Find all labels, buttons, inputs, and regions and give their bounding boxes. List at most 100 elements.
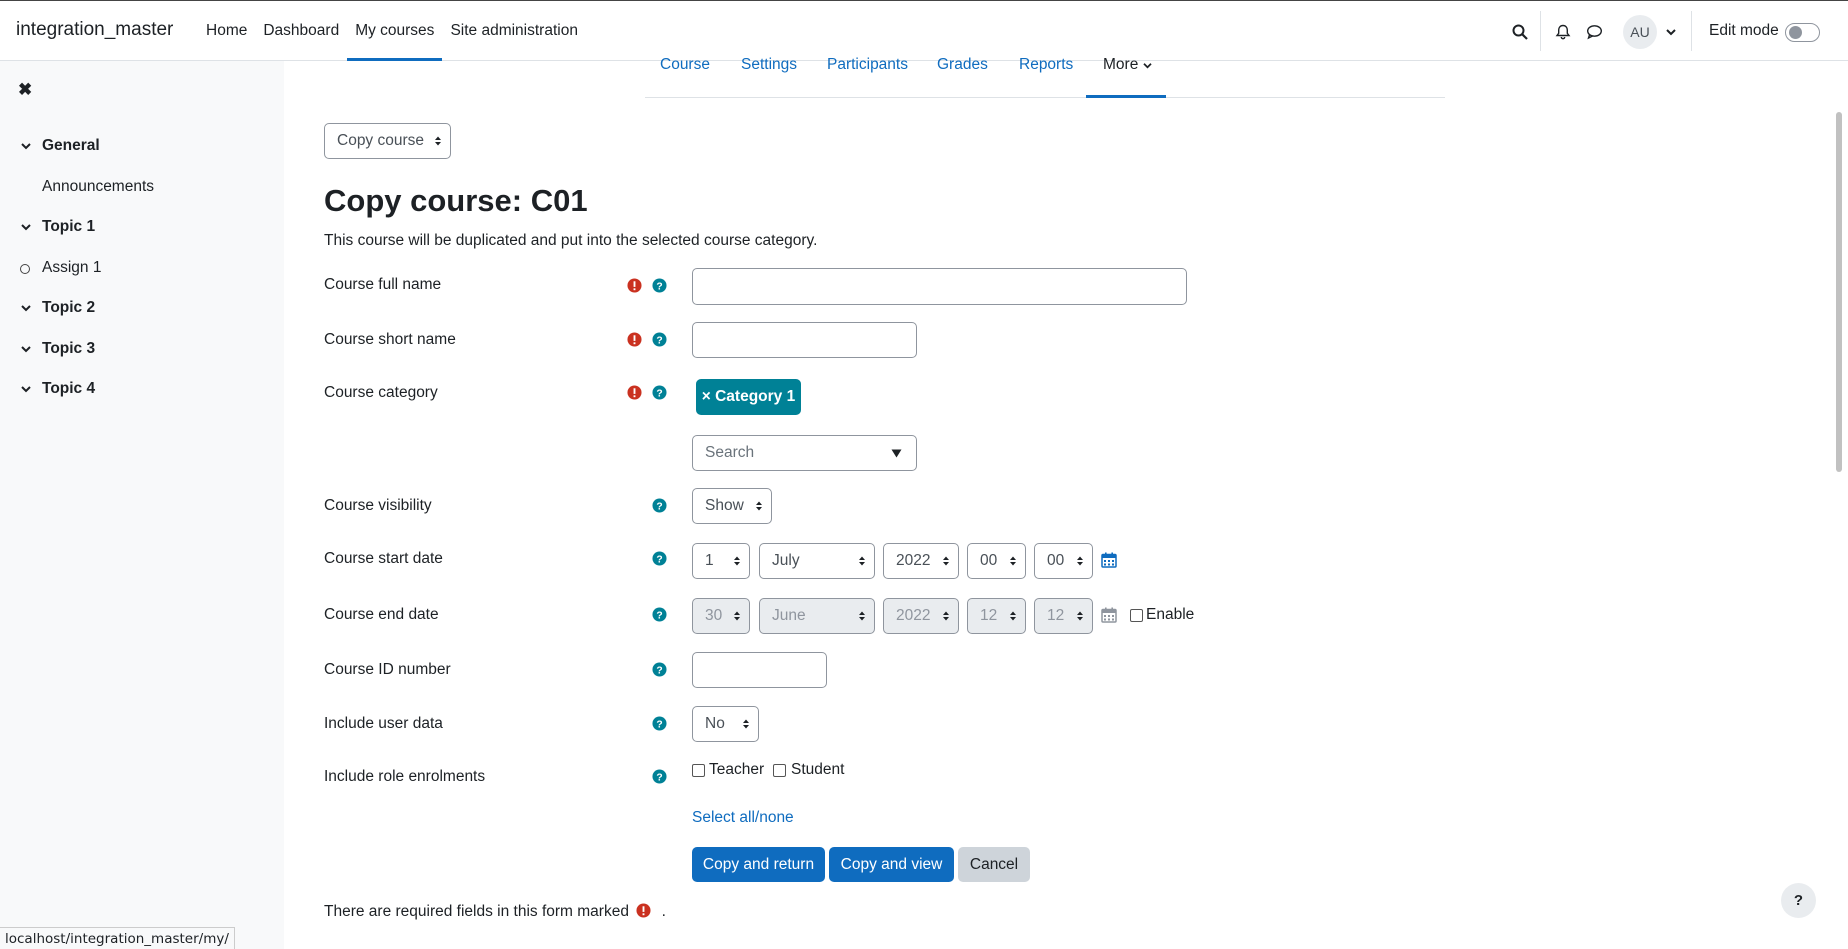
required-note-period: . [661, 903, 666, 920]
nav-home[interactable]: Home [198, 1, 255, 61]
drawer-section-topic-1[interactable]: Topic 1 [42, 218, 95, 236]
close-drawer-icon[interactable]: ✖ [18, 80, 32, 100]
course-start-date-label: Course start date [324, 550, 443, 567]
start-year-select[interactable]: 2022 [883, 543, 959, 579]
end-day-select: 30 [692, 598, 750, 634]
svg-text:?: ? [656, 388, 662, 399]
end-hour-select: 12 [967, 598, 1026, 634]
help-icon[interactable]: ? [652, 607, 667, 622]
required-fields-note: There are required fields in this form m… [324, 903, 666, 921]
drawer-section-topic-2[interactable]: Topic 2 [42, 299, 95, 317]
include-role-enrolments-label: Include role enrolments [324, 768, 486, 785]
include-user-data-select[interactable]: No [692, 706, 759, 742]
select-arrows-icon [1010, 611, 1016, 621]
nav-my-courses[interactable]: My courses [347, 1, 443, 61]
select-arrows-icon [943, 556, 949, 566]
tab-course[interactable]: Course [660, 56, 710, 74]
help-icon[interactable]: ? [652, 551, 667, 566]
cancel-button[interactable]: Cancel [958, 847, 1030, 882]
active-tab-indicator [1086, 95, 1166, 98]
start-minute-value: 00 [1047, 552, 1065, 569]
tab-grades[interactable]: Grades [937, 56, 988, 74]
role-teacher-checkbox[interactable] [692, 764, 705, 777]
required-icon [627, 385, 642, 400]
help-icon[interactable]: ? [652, 385, 667, 400]
chevron-down-icon[interactable] [20, 383, 32, 395]
course-secondary-navigation: Course Settings Participants Grades Repo… [645, 52, 1445, 98]
role-student-label: Student [791, 761, 845, 778]
end-minute-select: 12 [1034, 598, 1093, 634]
tab-settings[interactable]: Settings [741, 56, 797, 74]
select-arrows-icon [859, 611, 865, 621]
include-user-data-label: Include user data [324, 715, 443, 732]
start-day-select[interactable]: 1 [692, 543, 750, 579]
notifications-bell-icon[interactable] [1552, 21, 1574, 43]
start-day-value: 1 [705, 552, 714, 569]
chevron-down-icon[interactable] [20, 343, 32, 355]
tab-participants[interactable]: Participants [827, 56, 908, 74]
calendar-icon[interactable] [1101, 552, 1117, 568]
course-action-select[interactable]: Copy course [324, 123, 451, 159]
include-user-data-value: No [705, 715, 725, 732]
course-visibility-label: Course visibility [324, 497, 432, 514]
end-date-enable-checkbox[interactable] [1130, 609, 1143, 622]
role-student-checkbox[interactable] [773, 764, 786, 777]
end-year-select: 2022 [883, 598, 959, 634]
messages-chat-icon[interactable] [1583, 21, 1605, 43]
copy-and-return-button[interactable]: Copy and return [692, 847, 825, 882]
svg-text:?: ? [656, 719, 662, 730]
site-brand[interactable]: integration_master [16, 19, 173, 41]
calendar-icon [1101, 607, 1117, 623]
drawer-activity-assign-1[interactable]: Assign 1 [42, 259, 101, 277]
page-intro: This course will be duplicated and put i… [324, 232, 818, 249]
drawer-section-general[interactable]: General [42, 137, 100, 155]
select-arrows-icon [943, 611, 949, 621]
chevron-down-icon [1143, 63, 1152, 69]
start-hour-value: 00 [980, 552, 998, 569]
start-hour-select[interactable]: 00 [967, 543, 1026, 579]
help-icon[interactable]: ? [652, 716, 667, 731]
copy-and-view-button[interactable]: Copy and view [829, 847, 954, 882]
select-arrows-icon [1010, 556, 1016, 566]
svg-text:?: ? [656, 501, 662, 512]
selected-category-chip[interactable]: × Category 1 [696, 379, 801, 415]
user-avatar[interactable]: AU [1623, 15, 1657, 49]
edit-mode-toggle[interactable] [1785, 23, 1820, 42]
select-arrows-icon [734, 556, 740, 566]
floating-help-button[interactable]: ? [1781, 883, 1816, 918]
end-day-value: 30 [705, 607, 723, 624]
course-full-name-input[interactable] [692, 268, 1187, 305]
drawer-section-topic-4[interactable]: Topic 4 [42, 380, 95, 398]
select-all-none-link[interactable]: Select all/none [692, 809, 794, 827]
select-arrows-icon [859, 556, 865, 566]
drawer-section-topic-3[interactable]: Topic 3 [42, 340, 95, 358]
help-icon[interactable]: ? [652, 332, 667, 347]
drawer-activity-announcements[interactable]: Announcements [42, 178, 154, 196]
chevron-down-icon[interactable] [20, 140, 32, 152]
chevron-down-icon[interactable] [20, 302, 32, 314]
course-short-name-input[interactable] [692, 322, 917, 358]
page-scrollbar[interactable] [1836, 112, 1842, 472]
help-icon[interactable]: ? [652, 498, 667, 513]
navbar-divider [1691, 11, 1692, 51]
start-month-select[interactable]: July [759, 543, 875, 579]
start-minute-select[interactable]: 00 [1034, 543, 1093, 579]
search-icon[interactable] [1509, 21, 1531, 43]
dropdown-triangle-icon [891, 449, 902, 458]
chevron-down-icon[interactable] [20, 221, 32, 233]
role-teacher-label: Teacher [709, 761, 765, 778]
help-icon[interactable]: ? [652, 769, 667, 784]
end-month-value: June [772, 607, 806, 624]
course-id-number-input[interactable] [692, 652, 827, 688]
help-icon[interactable]: ? [652, 278, 667, 293]
tab-more[interactable]: More [1103, 56, 1152, 74]
nav-site-administration[interactable]: Site administration [442, 1, 586, 61]
end-minute-value: 12 [1047, 607, 1065, 624]
end-year-value: 2022 [896, 607, 931, 624]
nav-dashboard[interactable]: Dashboard [255, 1, 347, 61]
course-visibility-select[interactable]: Show [692, 488, 772, 524]
user-menu-chevron-down-icon[interactable] [1664, 25, 1678, 39]
category-search-input[interactable]: Search [692, 435, 917, 471]
help-icon[interactable]: ? [652, 662, 667, 677]
tab-reports[interactable]: Reports [1019, 56, 1073, 74]
